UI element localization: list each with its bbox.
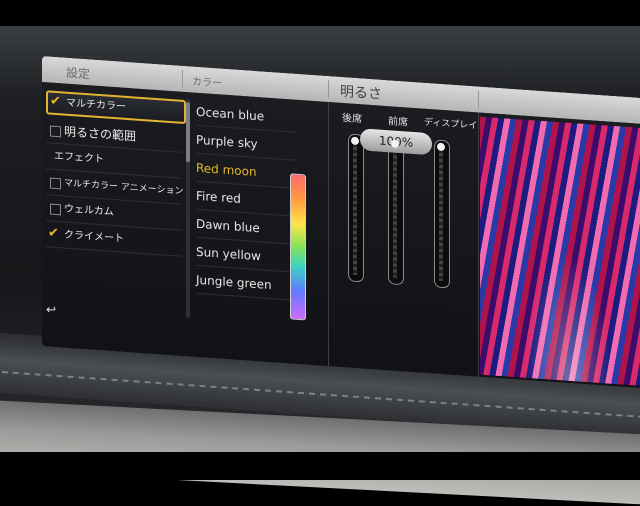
settings-item-label: エフェクト [54,150,104,166]
settings-item-label: ウェルカム [64,203,114,219]
back-button[interactable]: ↩ [46,302,176,329]
color-spectrum-bar [290,173,306,321]
back-arrow-icon: ↩ [46,302,57,317]
settings-item-label: マルチカラー [66,97,126,113]
settings-scrollbar[interactable] [186,98,190,319]
brightness-slider-rear[interactable] [348,133,364,283]
brightness-slider-display[interactable] [434,139,450,289]
ambient-light-preview [480,116,640,386]
brightness-label-rear: 後席 [342,112,362,126]
column-divider [328,101,329,367]
column-divider [478,112,479,377]
slider-knob[interactable] [351,136,359,146]
brightness-label-display: ディスプレイ [424,117,478,132]
header-brightness: 明るさ [340,83,382,103]
header-divider [328,79,329,99]
header-color: カラー [192,76,222,90]
header-divider [478,90,479,109]
brightness-label-front: 前席 [388,116,408,129]
check-icon: ✔ [48,225,59,242]
checkbox[interactable] [50,177,61,190]
settings-item-label: 明るさの範囲 [64,124,137,144]
settings-list: ✔ マルチカラー 明るさの範囲 エフェクト マルチカラー アニメーション ウェル… [46,88,186,308]
infotainment-screen: 設定 カラー 明るさ ✔ マルチカラー 明るさの範囲 エフェクト マルチカラー … [42,56,640,388]
letterbox-top [0,0,640,26]
letterbox-bottom [0,452,640,480]
brightness-slider-front[interactable] [388,136,404,286]
check-icon: ✔ [50,93,61,110]
header-divider [182,69,183,88]
screen-content: ✔ マルチカラー 明るさの範囲 エフェクト マルチカラー アニメーション ウェル… [42,82,640,388]
checkbox[interactable] [50,125,61,138]
slider-knob[interactable] [391,139,399,148]
checkbox[interactable] [50,203,61,216]
scrollbar-thumb[interactable] [186,102,190,163]
slider-knob[interactable] [437,142,445,152]
color-item-jungle-green[interactable]: Jungle green [196,266,296,301]
settings-item-label: クライメート [64,229,124,245]
header-settings: 設定 [66,65,91,82]
